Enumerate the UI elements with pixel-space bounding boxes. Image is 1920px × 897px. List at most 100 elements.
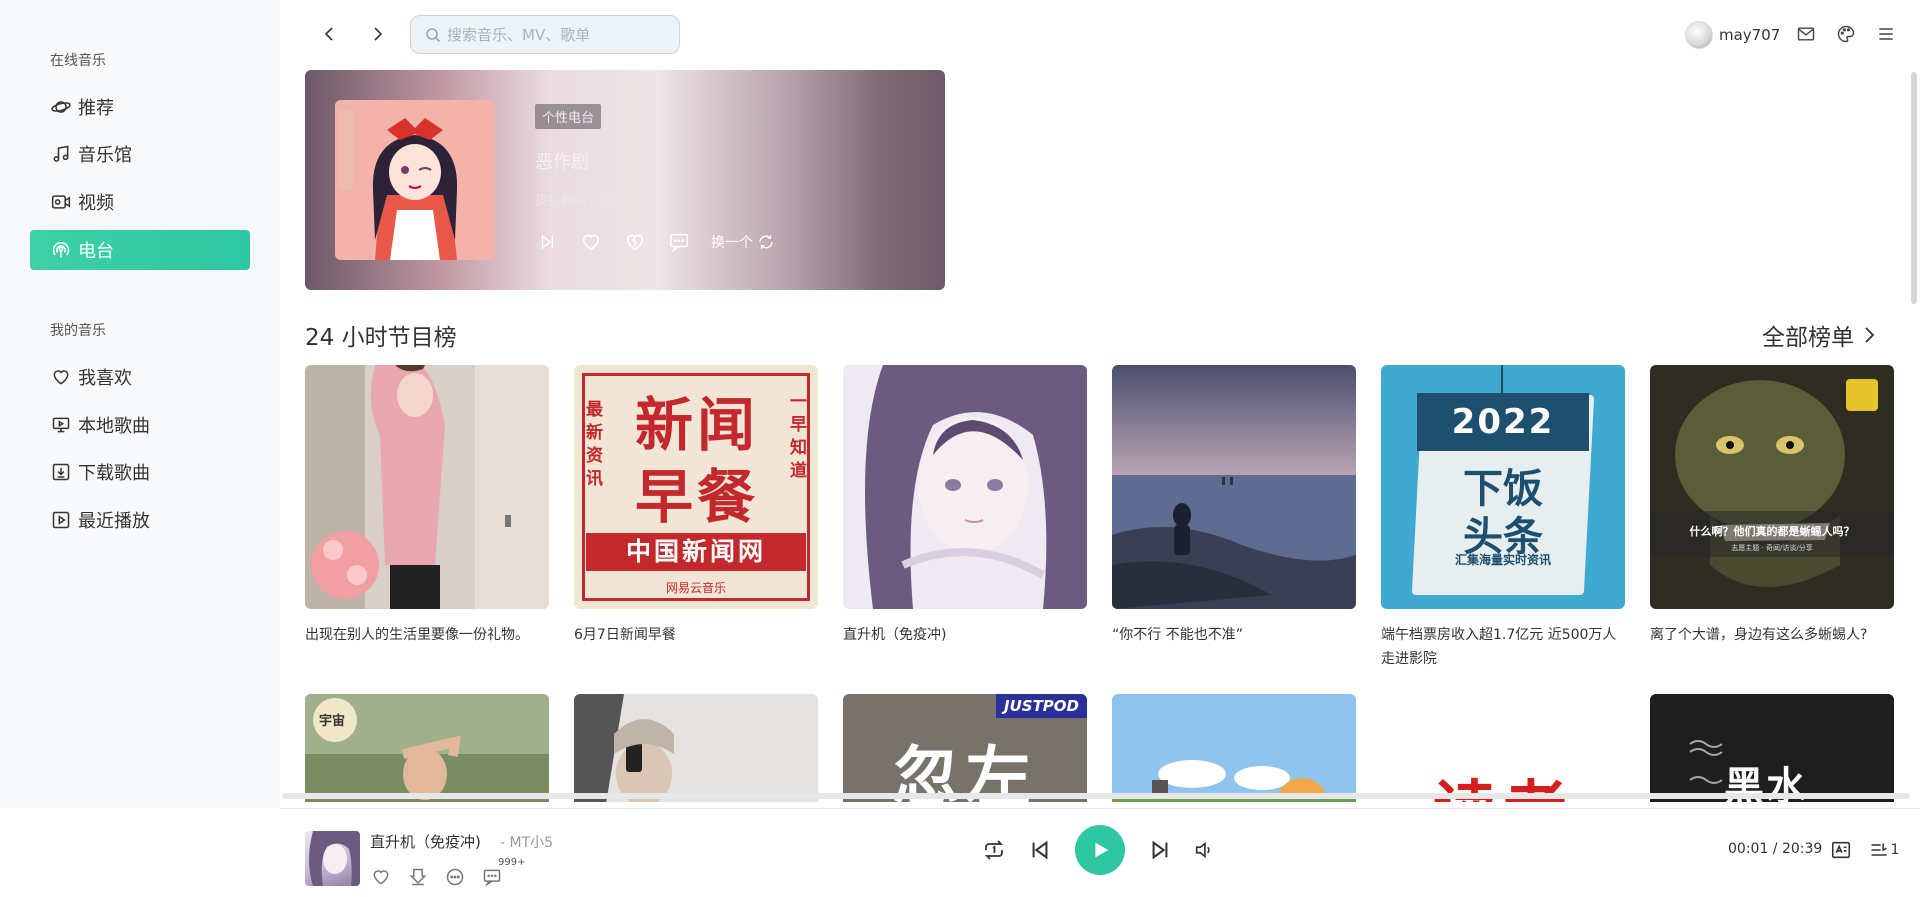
banner-cover-image[interactable] — [335, 100, 495, 260]
sidebar-item-local-songs[interactable]: 本地歌曲 — [30, 405, 250, 445]
cover-text-main: 新闻早餐 — [634, 391, 759, 531]
program-grid-row2: 宇宙 JUSTPOD 忽左 读 — [280, 694, 1910, 802]
program-cover-image[interactable] — [1112, 694, 1356, 802]
menu-button[interactable] — [1874, 22, 1898, 46]
program-cover-image[interactable] — [574, 694, 818, 802]
personal-radio-banner: 个性电台 恶作剧 贝拉翻唱合集 换一个 — [305, 70, 945, 290]
play-button[interactable] — [1075, 825, 1125, 875]
cover-text-brand: 网易云音乐 — [665, 581, 726, 595]
banner-refresh-button[interactable]: 换一个 — [711, 232, 775, 252]
now-playing-title[interactable]: 直升机（免疫冲) — [370, 831, 481, 852]
program-title[interactable]: “你不行 不能也不准” — [1112, 623, 1356, 647]
program-card[interactable]: 2022 下饭头条 汇集海量实时资讯 端午档票房收入超1.7亿元 近500万人走… — [1381, 365, 1625, 671]
program-cover-image[interactable] — [305, 365, 549, 609]
cover-text-sub: 汇集海量实时资讯 — [1454, 553, 1551, 567]
lyrics-button[interactable] — [1828, 838, 1854, 862]
vertical-scrollbar[interactable] — [1911, 72, 1917, 304]
banner-title[interactable]: 恶作剧 — [535, 148, 589, 174]
theme-button[interactable] — [1834, 22, 1858, 46]
sidebar-item-radio[interactable]: 电台 — [30, 230, 250, 270]
program-title[interactable]: 离了个大谱，身边有这么多蜥蜴人? — [1650, 623, 1894, 647]
banner-dislike-button[interactable] — [623, 230, 647, 254]
app-window: 在线音乐 推荐 音乐馆 视频 电台 我的音乐 我喜欢 本地歌曲 下载歌曲 最近播… — [0, 0, 1920, 897]
sidebar-item-label: 下载歌曲 — [78, 463, 150, 484]
sidebar: 在线音乐 推荐 音乐馆 视频 电台 我的音乐 我喜欢 本地歌曲 下载歌曲 最近播… — [0, 0, 280, 808]
program-cover-image[interactable]: 宇宙 — [305, 694, 549, 802]
program-card[interactable]: 什么啊？他们真的都是蜥蜴人吗？ 志愿主题 · 奇闻/访谈/分享 离了个大谱，身边… — [1650, 365, 1894, 647]
username[interactable]: may707 — [1719, 26, 1780, 44]
program-cover-image[interactable] — [843, 365, 1087, 609]
comment-icon — [483, 869, 501, 887]
mail-icon — [1797, 27, 1815, 41]
player-more-button[interactable] — [443, 865, 467, 889]
next-track-button[interactable] — [1146, 836, 1174, 864]
sidebar-item-music-hall[interactable]: 音乐馆 — [30, 134, 250, 174]
cover-caption: 什么啊？他们真的都是蜥蜴人吗？ — [1689, 525, 1855, 538]
playlist-icon — [1871, 843, 1887, 856]
player-comment-button[interactable] — [480, 865, 504, 889]
program-card[interactable]: 直升机（免疫冲) — [843, 365, 1087, 647]
repeat-icon — [984, 840, 1004, 860]
player-download-button[interactable] — [406, 865, 430, 889]
banner-next-button[interactable] — [535, 230, 559, 254]
program-title[interactable]: 6月7日新闻早餐 — [574, 623, 818, 647]
program-card[interactable]: 出现在别人的生活里要像一份礼物。 — [305, 365, 549, 647]
chevron-right-icon — [374, 27, 383, 41]
sidebar-item-recommend[interactable]: 推荐 — [30, 87, 250, 127]
search-box[interactable] — [410, 15, 680, 54]
volume-icon — [1195, 841, 1210, 859]
monitor-icon — [50, 414, 72, 436]
sidebar-item-label: 本地歌曲 — [78, 416, 150, 437]
playlist-button[interactable]: 1 — [1864, 838, 1904, 862]
player-like-button[interactable] — [369, 865, 393, 889]
program-title[interactable]: 出现在别人的生活里要像一份礼物。 — [305, 623, 549, 647]
sidebar-item-recent[interactable]: 最近播放 — [30, 500, 250, 540]
banner-like-button[interactable] — [579, 230, 603, 254]
program-cover-image[interactable]: 2022 下饭头条 汇集海量实时资讯 — [1381, 365, 1625, 609]
sidebar-section-mine: 我的音乐 — [50, 323, 106, 339]
heart-icon — [373, 870, 389, 885]
now-playing-artist[interactable]: - MT小5 — [500, 832, 553, 852]
search-input[interactable] — [447, 25, 667, 44]
video-icon — [50, 191, 72, 213]
program-cover-image[interactable] — [1112, 365, 1356, 609]
radio-icon — [50, 239, 72, 261]
program-cover-image[interactable]: JUSTPOD 忽左 — [843, 694, 1087, 802]
user-menu[interactable]: may707 — [1685, 20, 1780, 50]
program-cover-image[interactable]: 什么啊？他们真的都是蜥蜴人吗？ 志愿主题 · 奇闻/访谈/分享 — [1650, 365, 1894, 609]
lyrics-icon — [1831, 841, 1851, 859]
previous-track-button[interactable] — [1026, 836, 1054, 864]
broken-heart-icon — [626, 234, 644, 251]
sidebar-item-label: 电台 — [78, 241, 114, 262]
horizontal-scrollbar[interactable] — [282, 793, 1910, 799]
back-button[interactable] — [316, 20, 344, 48]
forward-button[interactable] — [363, 20, 391, 48]
sidebar-item-downloads[interactable]: 下载歌曲 — [30, 452, 250, 492]
banner-subtitle: 贝拉翻唱合集 — [535, 194, 614, 209]
program-cover-image[interactable]: 黑水 — [1650, 694, 1894, 802]
cover-badge: 宇宙 — [319, 714, 346, 729]
avatar[interactable] — [1685, 21, 1713, 49]
volume-button[interactable] — [1190, 836, 1218, 864]
mail-button[interactable] — [1794, 22, 1818, 46]
play-mode-button[interactable] — [980, 836, 1008, 864]
program-card[interactable]: 最新资讯 一早知道 新闻早餐 中国新闻网 网易云音乐 6月7日新闻早餐 — [574, 365, 818, 647]
sidebar-section-online: 在线音乐 — [50, 53, 106, 69]
queue-count: 1 — [1890, 842, 1900, 858]
sidebar-item-video[interactable]: 视频 — [30, 182, 250, 222]
download-icon — [50, 461, 72, 483]
all-charts-link[interactable]: 全部榜单 — [1762, 318, 1876, 352]
play-box-icon — [50, 509, 72, 531]
program-title[interactable]: 端午档票房收入超1.7亿元 近500万人走进影院 — [1381, 623, 1625, 671]
skip-previous-icon — [1032, 840, 1048, 860]
banner-comment-button[interactable] — [667, 230, 691, 254]
program-card[interactable]: “你不行 不能也不准” — [1112, 365, 1356, 647]
program-cover-image[interactable]: 最新资讯 一早知道 新闻早餐 中国新闻网 网易云音乐 — [574, 365, 818, 609]
program-cover-image[interactable]: 读者 — [1381, 694, 1625, 802]
program-title[interactable]: 直升机（免疫冲) — [843, 623, 1087, 647]
comment-count-badge: 999+ — [498, 857, 526, 868]
sidebar-item-favorites[interactable]: 我喜欢 — [30, 357, 250, 397]
playback-time: 00:01 / 20:39 — [1728, 841, 1823, 857]
refresh-icon — [759, 235, 773, 249]
now-playing-cover[interactable] — [305, 831, 360, 886]
